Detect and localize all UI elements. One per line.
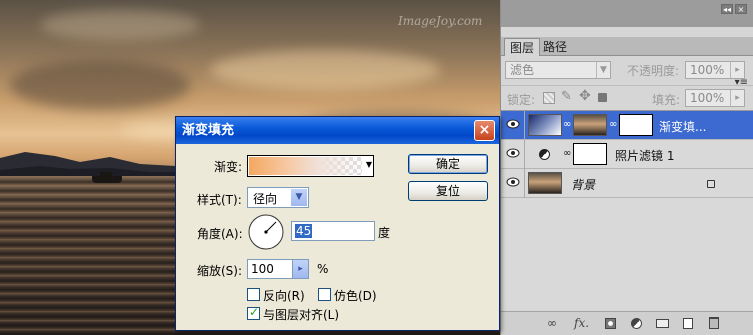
layer-name: 照片滤镜 1 <box>615 149 675 163</box>
fill-label: 填充: <box>652 93 681 107</box>
layer-row-background[interactable]: 背景 <box>501 169 753 198</box>
angle-dial[interactable] <box>247 213 285 251</box>
scale-input[interactable]: 100 ▸ <box>247 259 309 279</box>
chevron-down-icon: ▼ <box>596 62 610 78</box>
angle-unit: 度 <box>378 226 391 240</box>
link-icon[interactable]: ∞ <box>563 148 571 159</box>
scale-value: 100 <box>251 262 274 276</box>
checkmark-icon: ✓ <box>249 305 260 319</box>
lock-row: 锁定: ✎ ✥ 填充: 100% ▸ <box>501 85 753 111</box>
divider <box>524 140 525 169</box>
opacity-label: 不透明度: <box>627 64 680 78</box>
trash-icon[interactable] <box>709 317 719 329</box>
layer-row-gradient-fill[interactable]: ∞ ∞ 渐变填... <box>501 111 753 140</box>
link-icon[interactable]: ∞ <box>609 119 617 130</box>
opacity-value: 100% <box>690 63 725 77</box>
blend-mode-select[interactable]: 滤色 ▼ <box>505 61 611 79</box>
blend-row: 滤色 ▼ 不透明度: 100% ▸ <box>501 58 753 84</box>
cloud <box>40 10 200 40</box>
group-icon[interactable] <box>656 319 669 328</box>
fill-value: 100% <box>690 91 725 105</box>
cloud <box>210 50 440 90</box>
lock-icon <box>707 180 715 188</box>
gradient-preview <box>249 157 362 175</box>
style-label: 样式(T): <box>197 193 242 207</box>
move-icon[interactable]: ✥ <box>579 88 591 104</box>
blend-mode-value: 滤色 <box>510 63 535 77</box>
angle-label: 角度(A): <box>197 227 243 241</box>
align-checkbox[interactable]: ✓ <box>247 305 260 320</box>
boat-cabin <box>100 172 112 177</box>
chevron-down-icon[interactable]: ▼ <box>291 189 307 206</box>
eye-icon[interactable] <box>506 118 520 130</box>
mask-thumbnail[interactable] <box>573 143 607 165</box>
fill-field[interactable]: 100% ▸ <box>685 89 745 107</box>
panel-footer: ∞ fx. <box>501 311 753 335</box>
layers-panel: ◂◂ × 图层 路径 ▾≡ 滤色 ▼ 不透明度: 100% ▸ 锁定: ✎ ✥ … <box>500 0 753 335</box>
dither-checkbox[interactable] <box>318 288 331 301</box>
dither-label[interactable]: 仿色(D) <box>334 287 377 304</box>
layer-name: 渐变填... <box>659 120 707 134</box>
photoshop-workspace: ImageJoy.com ◂◂ × 图层 路径 ▾≡ 滤色 ▼ 不透明度: 10… <box>0 0 753 335</box>
chevron-right-icon: ▸ <box>730 62 744 78</box>
gradient-label: 渐变: <box>214 160 243 174</box>
collapse-icon[interactable]: ◂◂ <box>721 4 733 14</box>
lock-label: 锁定: <box>507 93 536 107</box>
chevron-down-icon[interactable]: ▼ <box>366 160 372 169</box>
adjustment-icon[interactable] <box>631 318 642 329</box>
style-value: 径向 <box>253 192 278 206</box>
new-layer-icon[interactable] <box>683 318 693 329</box>
link-icon[interactable]: ∞ <box>547 316 557 330</box>
mask-thumbnail[interactable] <box>619 114 653 136</box>
layer-name: 背景 <box>571 178 596 192</box>
scale-label: 缩放(S): <box>197 264 243 278</box>
tab-layers[interactable]: 图层 <box>504 38 541 56</box>
panel-tabs: 图层 路径 ▾≡ <box>501 37 753 88</box>
close-button[interactable]: × <box>474 120 495 141</box>
mask-icon[interactable] <box>605 318 616 329</box>
photo-thumbnail[interactable] <box>573 114 607 136</box>
cloud <box>10 60 190 110</box>
chevron-right-icon: ▸ <box>730 90 744 106</box>
brush-icon[interactable]: ✎ <box>561 89 572 104</box>
style-select[interactable]: 径向 ▼ <box>247 187 309 208</box>
divider <box>524 111 525 140</box>
angle-input[interactable]: 45 <box>291 221 375 241</box>
scale-unit: % <box>317 262 329 276</box>
gradient-thumbnail[interactable] <box>528 114 562 136</box>
panel-titlebar: ◂◂ × <box>501 0 753 27</box>
adjustment-icon[interactable] <box>539 149 550 160</box>
reverse-label[interactable]: 反向(R) <box>263 287 305 304</box>
align-label[interactable]: 与图层对齐(L) <box>263 306 339 323</box>
lock-icon[interactable] <box>598 93 607 102</box>
fx-icon[interactable]: fx. <box>574 316 589 330</box>
reset-button[interactable]: 复位 <box>408 181 488 201</box>
ok-button[interactable]: 确定 <box>408 154 488 174</box>
divider <box>524 169 525 198</box>
photo-thumbnail[interactable] <box>528 172 562 194</box>
reverse-checkbox[interactable] <box>247 288 260 301</box>
lock-transparent-icon[interactable] <box>543 92 555 104</box>
angle-value: 45 <box>295 224 313 238</box>
tab-paths[interactable]: 路径 <box>538 38 572 56</box>
layers-list: ∞ ∞ 渐变填... ∞ 照片滤镜 1 背景 <box>501 110 753 310</box>
eye-icon[interactable] <box>506 176 520 188</box>
chevron-right-icon[interactable]: ▸ <box>292 260 308 278</box>
gradient-fill-dialog: 渐变填充 × 渐变: ▼ 样式(T): 径向 ▼ 角度(A): 45 度 缩放(… <box>175 116 500 331</box>
link-icon[interactable]: ∞ <box>563 119 571 130</box>
opacity-field[interactable]: 100% ▸ <box>685 61 745 79</box>
layer-row-photo-filter[interactable]: ∞ 照片滤镜 1 <box>501 140 753 169</box>
close-icon[interactable]: × <box>735 4 747 14</box>
boat <box>92 176 122 183</box>
dialog-title: 渐变填充 <box>176 117 499 144</box>
watermark: ImageJoy.com <box>398 14 483 28</box>
gradient-picker[interactable]: ▼ <box>247 155 374 177</box>
eye-icon[interactable] <box>506 147 520 159</box>
